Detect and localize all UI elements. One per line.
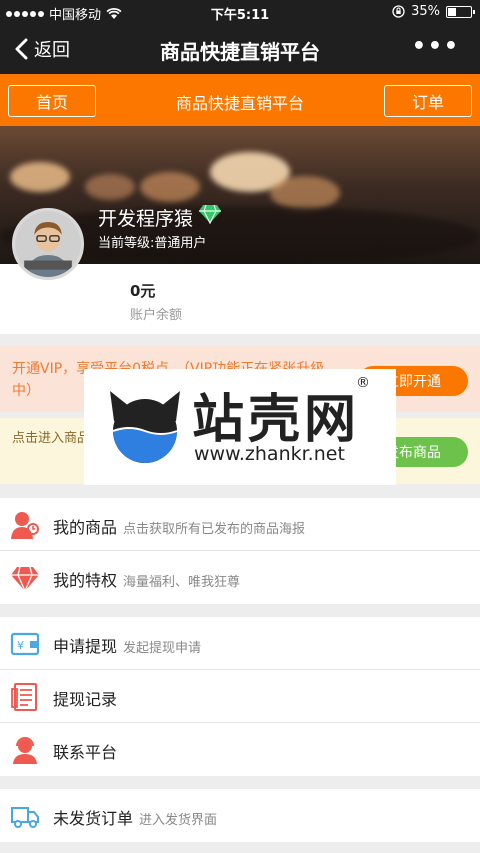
battery-icon [446, 5, 475, 18]
username: 开发程序猿 [98, 208, 194, 230]
menu-label: 未发货订单 [53, 809, 134, 828]
status-bar: 中国移动 下午5:11 35% [0, 0, 480, 24]
orders-button[interactable]: 订单 [384, 85, 472, 117]
balance-panel: 0元 账户余额 [0, 264, 480, 334]
page-title: 商品快捷直销平台 [160, 40, 320, 64]
balance-value: 0元 [130, 282, 156, 300]
watermark-url: www.zhankr.net [194, 443, 345, 465]
rotation-lock-icon [392, 5, 405, 18]
truck-icon [11, 807, 39, 828]
registered-mark: ® [356, 375, 370, 391]
menu-label: 申请提现 [53, 637, 118, 656]
back-label: 返回 [34, 40, 70, 61]
chevron-left-icon [15, 38, 28, 60]
record-icon [11, 683, 37, 711]
vip-gem-icon [199, 204, 221, 224]
shop-header: 首页 商品快捷直销平台 订单 [0, 74, 480, 126]
menu-sub: 进入发货界面 [139, 813, 218, 828]
diamond-icon [11, 566, 39, 593]
member-level: 当前等级:普通用户 [98, 236, 207, 251]
menu-item-pending-orders[interactable]: 未发货订单 进入发货界面 [0, 789, 480, 842]
avatar-image [15, 211, 81, 277]
cat-logo-icon [110, 391, 180, 463]
more-button[interactable]: ••• [412, 34, 460, 59]
menu-sub: 海量福利、唯我狂尊 [123, 575, 241, 590]
menu-label: 我的特权 [53, 571, 118, 590]
avatar[interactable] [12, 208, 84, 280]
wallet-icon: ¥ [10, 632, 40, 656]
menu-item-privileges[interactable]: 我的特权 海量福利、唯我狂尊 [0, 551, 480, 604]
menu-item-withdraw-records[interactable]: 提现记录 [0, 670, 480, 723]
service-icon [13, 737, 37, 764]
back-button[interactable]: 返回 [14, 36, 70, 62]
menu-item-contact[interactable]: 联系平台 [0, 723, 480, 776]
menu-sub: 点击获取所有已发布的商品海报 [123, 522, 306, 537]
watermark: 站壳网 ® www.zhankr.net [84, 369, 396, 485]
user-icon [11, 512, 39, 539]
battery-percent: 35% [411, 4, 440, 19]
menu-group-orders: 未发货订单 进入发货界面 [0, 789, 480, 842]
svg-text:¥: ¥ [17, 639, 24, 652]
menu-group-goods: 我的商品 点击获取所有已发布的商品海报 我的特权 海量福利、唯我狂尊 [0, 498, 480, 604]
menu-label: 联系平台 [53, 743, 118, 762]
menu-label: 我的商品 [53, 518, 118, 537]
home-button[interactable]: 首页 [8, 85, 96, 117]
nav-bar: 返回 商品快捷直销平台 ••• [0, 24, 480, 74]
balance-label: 账户余额 [130, 308, 183, 323]
watermark-title: 站壳网 [192, 390, 361, 450]
menu-item-withdraw[interactable]: ¥ 申请提现 发起提现申请 [0, 617, 480, 670]
menu-item-my-goods[interactable]: 我的商品 点击获取所有已发布的商品海报 [0, 498, 480, 551]
menu-label: 提现记录 [53, 690, 118, 709]
menu-group-finance: ¥ 申请提现 发起提现申请 提现记录 联系平台 [0, 617, 480, 776]
menu-sub: 发起提现申请 [123, 641, 202, 656]
